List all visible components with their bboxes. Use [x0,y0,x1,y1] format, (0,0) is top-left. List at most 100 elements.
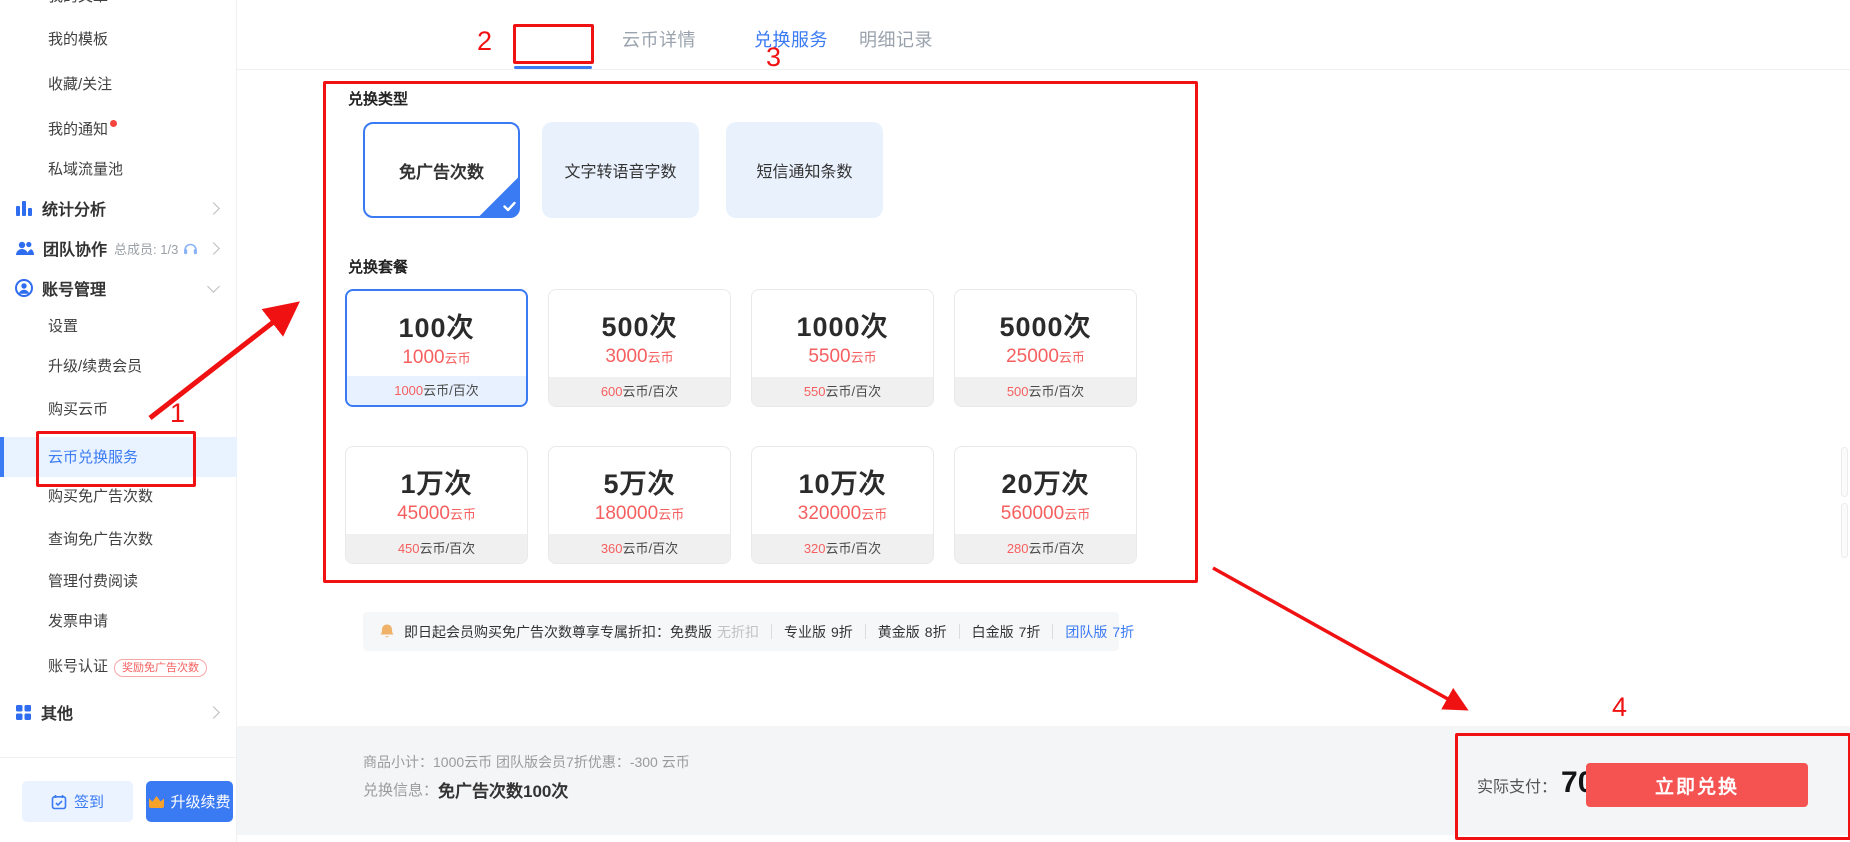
package-card-5000[interactable]: 5000次 25000云币 500云币/百次 [954,289,1137,407]
tab-exchange-service[interactable]: 兑换服务 [754,26,828,52]
annotation-arrows [0,0,1850,842]
package-count: 20万次 [955,462,1136,501]
coin-suffix: 云币 [861,507,887,522]
package-card-100k[interactable]: 10万次 320000云币 320云币/百次 [751,446,934,564]
sidebar-item-coin-exchange-active[interactable]: 云币兑换服务 [0,437,237,477]
package-rate: 550 [804,384,826,399]
tab-bar: 云币详情 兑换服务 明细记录 [237,0,1850,70]
check-icon [503,201,516,212]
bar-chart-icon [15,199,33,217]
sidebar-divider [0,757,237,758]
section-label: 其他 [41,700,73,724]
sidebar-section-other[interactable]: 其他 [15,700,73,724]
sidebar-item-clipped[interactable]: 我的文章 [48,0,108,8]
exchange-type-title: 兑换类型 [348,88,408,109]
scrollbar-thumb[interactable] [1841,447,1848,497]
crown-icon [148,795,165,809]
type-card-adfree[interactable]: 免广告次数 [363,122,520,218]
exchange-info-value: 免广告次数100次 [438,777,568,802]
divider [959,624,960,639]
package-card-1000[interactable]: 1000次 5500云币 550云币/百次 [751,289,934,407]
type-card-tts[interactable]: 文字转语音字数 [542,122,699,218]
tier-platinum: 白金版7折 [972,622,1041,642]
section-label: 统计分析 [42,196,106,220]
rate-suffix: 云币/百次 [623,541,679,556]
pay-label: 实际支付： [1477,773,1557,797]
rate-suffix: 云币/百次 [826,541,882,556]
package-card-500[interactable]: 500次 3000云币 600云币/百次 [548,289,731,407]
coin-suffix: 云币 [1059,350,1085,365]
package-rate: 320 [804,541,826,556]
type-card-label: 短信通知条数 [756,158,852,182]
tier-name: 免费版 [670,622,712,642]
grid-icon [15,704,32,721]
tier-name: 白金版 [972,622,1014,642]
coin-suffix: 云币 [658,507,684,522]
coin-suffix: 云币 [648,350,674,365]
sidebar-section-account[interactable]: 账号管理 [15,276,106,300]
sidebar-section-statistics[interactable]: 统计分析 [15,196,106,220]
sidebar-item-label: 我的通知 [48,121,108,138]
chevron-down-icon [207,280,220,293]
package-price: 1000 [402,347,444,368]
user-icon [15,279,33,297]
package-price: 3000 [605,346,647,367]
sidebar-item-upgrade-renew[interactable]: 升级/续费会员 [48,356,142,378]
package-rate: 600 [601,384,623,399]
chevron-right-icon [207,202,220,215]
package-count: 5000次 [955,305,1136,344]
exchange-info-label: 兑换信息： [363,779,438,800]
sidebar-item-buy-coins[interactable]: 购买云币 [48,399,108,421]
divider [1052,624,1053,639]
headset-icon[interactable] [183,241,198,255]
scrollbar-thumb[interactable] [1841,503,1848,558]
coin-suffix: 云币 [450,507,476,522]
tier-value: 9折 [831,622,853,642]
package-card-10k[interactable]: 1万次 45000云币 450云币/百次 [345,446,528,564]
sidebar-item-my-templates[interactable]: 我的模板 [48,29,108,51]
package-rate: 360 [601,541,623,556]
tier-value: 8折 [925,622,947,642]
notice-prefix: 即日起会员购买免广告次数尊享专属折扣： [404,622,670,642]
checkin-button[interactable]: 签到 [22,781,133,822]
package-card-50k[interactable]: 5万次 180000云币 360云币/百次 [548,446,731,564]
tier-name: 黄金版 [878,622,920,642]
notification-dot [110,120,117,127]
package-price: 180000 [595,503,658,524]
type-card-sms[interactable]: 短信通知条数 [726,122,883,218]
checkin-label: 签到 [74,791,104,812]
tab-detail-records[interactable]: 明细记录 [859,26,933,52]
tier-value: 7折 [1019,622,1041,642]
upgrade-button[interactable]: 升级续费 [146,781,233,822]
tier-value: 7折 [1112,622,1134,642]
reward-badge: 奖励免广告次数 [114,659,207,677]
rate-suffix: 云币/百次 [826,384,882,399]
package-count: 10万次 [752,462,933,501]
package-rate: 450 [398,541,420,556]
sidebar-item-notifications[interactable]: 我的通知 [48,119,117,141]
sidebar-item-buy-adfree[interactable]: 购买免广告次数 [48,486,153,508]
calendar-check-icon [51,794,67,810]
sidebar-item-account-cert[interactable]: 账号认证奖励免广告次数 [48,656,207,678]
sidebar-item-private-traffic[interactable]: 私域流量池 [48,159,123,181]
rate-suffix: 云币/百次 [423,383,479,398]
sidebar-section-team[interactable]: 团队协作 总成员: 1/3 [15,236,207,260]
sidebar-item-invoice[interactable]: 发票申请 [48,611,108,633]
upgrade-label: 升级续费 [170,791,230,812]
sidebar-item-query-adfree[interactable]: 查询免广告次数 [48,529,153,551]
tab-coin-details[interactable]: 云币详情 [622,26,696,52]
sidebar-item-favorites[interactable]: 收藏/关注 [48,74,112,96]
package-title: 兑换套餐 [348,256,408,277]
package-card-200k[interactable]: 20万次 560000云币 280云币/百次 [954,446,1137,564]
sidebar-item-paid-reading[interactable]: 管理付费阅读 [48,571,138,593]
exchange-now-button[interactable]: 立即兑换 [1586,763,1808,807]
team-icon [15,240,34,256]
coin-suffix: 云币 [1064,507,1090,522]
page: 我的文章 我的模板 收藏/关注 我的通知 私域流量池 统计分析 团队协作 总成员… [0,0,1850,842]
tier-value: 无折扣 [717,622,759,642]
subtotal-line: 商品小计：1000云币 团队版会员7折优惠：-300 云币 [363,752,690,772]
tier-free: 免费版无折扣 [670,622,759,642]
sidebar-item-settings[interactable]: 设置 [48,316,78,338]
package-count: 1000次 [752,305,933,344]
package-card-100[interactable]: 100次 1000云币 1000云币/百次 [345,289,528,407]
